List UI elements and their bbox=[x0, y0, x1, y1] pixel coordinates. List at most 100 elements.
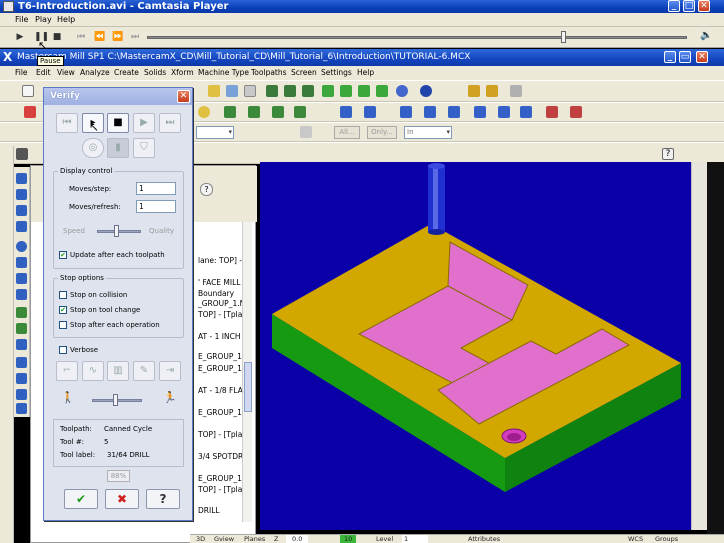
lt-post-icon[interactable] bbox=[16, 257, 27, 268]
lt-backplot-icon[interactable] bbox=[16, 221, 27, 232]
fast-forward-icon[interactable]: ⏩ bbox=[112, 32, 123, 42]
mc-menu-view[interactable]: View bbox=[57, 67, 75, 79]
break-icon[interactable] bbox=[364, 106, 376, 118]
new-file-icon[interactable] bbox=[22, 85, 34, 97]
status-z-value[interactable]: 0.0 bbox=[286, 535, 309, 543]
gview-top-icon[interactable] bbox=[266, 85, 278, 97]
save-icon[interactable] bbox=[226, 85, 238, 97]
wireframe-icon[interactable] bbox=[358, 85, 370, 97]
lt-arrow-icon[interactable] bbox=[16, 357, 27, 368]
lt-lock-icon[interactable] bbox=[16, 273, 27, 284]
fillet-icon[interactable] bbox=[272, 106, 284, 118]
operations-scrollbar[interactable] bbox=[242, 222, 252, 522]
operations-scroll-thumb[interactable] bbox=[244, 362, 252, 412]
op-line[interactable]: DRILL bbox=[198, 506, 242, 516]
moves-step-input[interactable]: 1 bbox=[136, 182, 176, 195]
lt-verify-icon[interactable] bbox=[16, 241, 27, 252]
graphics-viewport[interactable] bbox=[260, 162, 691, 530]
menu-file[interactable]: File bbox=[15, 14, 28, 26]
menu-play[interactable]: Play bbox=[35, 14, 52, 26]
op-line[interactable]: E_GROUP_1.N bbox=[198, 408, 242, 418]
op-line[interactable]: TOP] - [Tpla bbox=[198, 485, 242, 495]
analyze-icon[interactable] bbox=[24, 106, 36, 118]
all-button[interactable]: All... bbox=[334, 126, 360, 139]
toolpath-options-button[interactable]: ⌐ bbox=[56, 361, 78, 381]
stl-button[interactable]: ✎ bbox=[133, 361, 155, 381]
lt-toolpath-icon[interactable] bbox=[16, 173, 27, 184]
lt-expand-icon[interactable] bbox=[16, 289, 27, 300]
mc-minimize-button[interactable]: _ bbox=[664, 51, 676, 63]
right-scrollbar[interactable] bbox=[691, 162, 707, 530]
maximize-button[interactable]: □ bbox=[683, 0, 695, 12]
verify-titlebar[interactable]: Verify ✕ bbox=[44, 88, 192, 105]
scale-icon[interactable] bbox=[448, 106, 460, 118]
seek-bar[interactable] bbox=[147, 36, 687, 39]
play-icon[interactable]: ▶ bbox=[15, 32, 25, 42]
chamfer-icon[interactable] bbox=[294, 106, 306, 118]
op-line[interactable]: Boundary bbox=[198, 289, 242, 299]
translate-icon[interactable] bbox=[546, 106, 558, 118]
mc-maximize-button[interactable]: ▭ bbox=[679, 51, 691, 63]
wand-icon[interactable] bbox=[510, 85, 522, 97]
pencil-icon[interactable] bbox=[468, 85, 480, 97]
gview-front-icon[interactable] bbox=[284, 85, 296, 97]
mc-menu-help[interactable]: Help bbox=[357, 67, 374, 79]
selection-mode-combo[interactable]: In bbox=[404, 126, 452, 139]
level-combo[interactable] bbox=[196, 126, 234, 139]
solid-view-button[interactable]: ▮ bbox=[107, 138, 129, 158]
update-checkbox[interactable]: ✔ bbox=[59, 251, 67, 259]
play-button[interactable]: ▶ bbox=[133, 113, 155, 133]
mc-close-button[interactable]: ✕ bbox=[696, 51, 708, 63]
help-button[interactable]: ? bbox=[146, 489, 180, 509]
lt-select-icon[interactable] bbox=[16, 189, 27, 200]
toolpath-manager-icon[interactable] bbox=[16, 148, 28, 160]
cancel-button[interactable]: ✖ bbox=[105, 489, 139, 509]
status-attributes[interactable]: Attributes bbox=[468, 535, 500, 543]
stop-collision-checkbox[interactable] bbox=[59, 291, 67, 299]
verbose-checkbox[interactable] bbox=[59, 346, 67, 354]
lt-edit-icon[interactable] bbox=[16, 373, 27, 384]
arc-icon[interactable] bbox=[198, 106, 210, 118]
help-icon[interactable] bbox=[300, 126, 312, 138]
stop-each-op-checkbox[interactable] bbox=[59, 321, 67, 329]
restart-button[interactable]: ⏮ bbox=[56, 113, 78, 133]
brush-icon[interactable] bbox=[486, 85, 498, 97]
filter-button[interactable]: ⛉ bbox=[133, 138, 155, 158]
align-icon[interactable] bbox=[474, 106, 486, 118]
mc-menu-create[interactable]: Create bbox=[114, 67, 139, 79]
trim-icon[interactable] bbox=[340, 106, 352, 118]
zoom-icon[interactable] bbox=[244, 85, 256, 97]
gview-side-icon[interactable] bbox=[302, 85, 314, 97]
stretch-icon[interactable] bbox=[570, 106, 582, 118]
status-planes[interactable]: Planes bbox=[244, 535, 265, 543]
op-line[interactable]: ' FACE MILL bbox=[198, 278, 242, 288]
mc-menu-screen[interactable]: Screen bbox=[291, 67, 317, 79]
stop-tool-change-checkbox[interactable]: ✔ bbox=[59, 306, 67, 314]
seek-thumb[interactable] bbox=[560, 31, 566, 43]
stock-options-button[interactable]: ∿ bbox=[82, 361, 104, 381]
fast-forward-button[interactable]: ⏭ bbox=[159, 113, 181, 133]
status-groups[interactable]: Groups bbox=[655, 535, 678, 543]
ops-help-icon[interactable]: ? bbox=[200, 183, 213, 196]
globe-icon[interactable] bbox=[396, 85, 408, 97]
line-icon[interactable] bbox=[248, 106, 260, 118]
op-line[interactable]: 3/4 SPOTDR bbox=[198, 452, 242, 462]
mc-menu-machine-type[interactable]: Machine Type bbox=[198, 67, 249, 79]
speed-quality-slider[interactable] bbox=[97, 230, 141, 233]
op-line[interactable]: AT - 1 INCH FL bbox=[198, 332, 242, 342]
minimize-button[interactable]: _ bbox=[668, 0, 680, 12]
skip-start-icon[interactable]: ⏮ bbox=[76, 32, 86, 42]
mc-menu-edit[interactable]: Edit bbox=[36, 67, 51, 79]
save-stock-button[interactable]: ⇥ bbox=[159, 361, 181, 381]
lt-fixture-icon[interactable] bbox=[16, 323, 27, 334]
speed-quality-thumb[interactable] bbox=[114, 225, 119, 237]
mc-menu-toolpaths[interactable]: Toolpaths bbox=[251, 67, 287, 79]
point-icon[interactable] bbox=[224, 106, 236, 118]
context-help-icon[interactable]: ? bbox=[662, 148, 674, 160]
menu-help[interactable]: Help bbox=[57, 14, 75, 26]
skip-end-icon[interactable]: ⏭ bbox=[130, 32, 140, 42]
cross-section-button[interactable]: ◎ bbox=[82, 138, 104, 158]
stop-button[interactable]: ■ bbox=[107, 113, 129, 133]
mc-menu-settings[interactable]: Settings bbox=[321, 67, 352, 79]
op-line[interactable]: E_GROUP_1.N bbox=[198, 474, 242, 484]
